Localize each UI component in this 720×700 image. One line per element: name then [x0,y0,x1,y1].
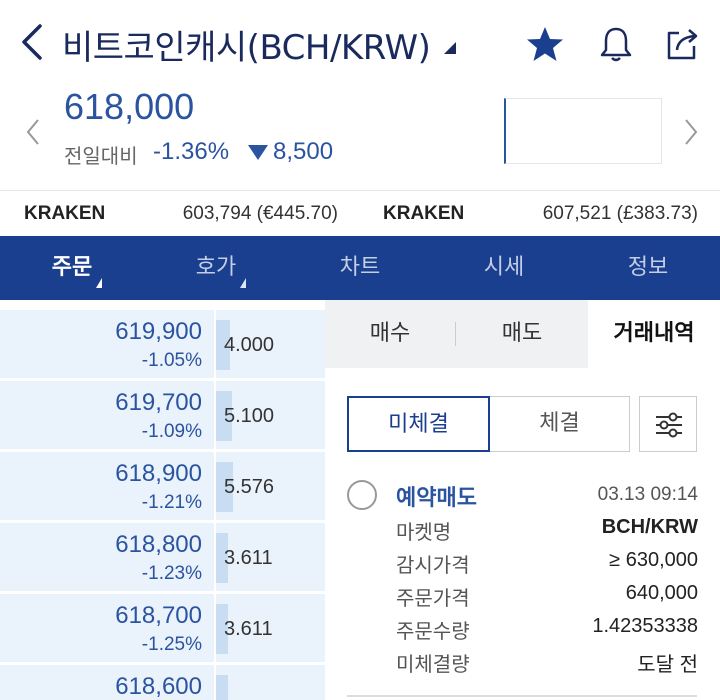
orderbook-price-cell: 618,800 -1.23% [0,523,214,593]
change-label: 전일대비 [64,144,138,168]
orderbook-row[interactable]: 619,900 -1.05% 4.000 [0,310,325,380]
orderbook-row[interactable]: 618,900 -1.21% 5.576 [0,452,325,522]
order-field-label: 미체결량 [396,652,470,676]
order-time: 03.13 09:14 [597,484,698,505]
order-field-label: 주문가격 [396,586,470,610]
orderbook-price-cell: 619,900 -1.05% [0,310,214,380]
order-subtabs: 매수 매도 거래내역 [325,300,720,368]
tab-market[interactable]: 시세 [432,236,576,300]
orderbook-qty-cell [216,665,325,700]
orderbook-qty-cell: 4.000 [216,310,325,380]
orderbook-price-cell: 619,700 -1.09% [0,381,214,451]
orderbook-percent: -1.05% [141,350,202,371]
subtab-buy[interactable]: 매수 [325,300,455,368]
unfilled-button[interactable]: 미체결 [347,396,490,452]
tab-info[interactable]: 정보 [576,236,720,300]
order-field-label: 감시가격 [396,553,470,577]
orderbook-qty: 5.576 [224,476,275,498]
bell-icon[interactable] [596,24,636,64]
page-title[interactable]: 비트코인캐시(BCH/KRW) [62,20,431,69]
orderbook-price: 618,700 [115,602,202,629]
order-panel: 매수 매도 거래내역 미체결 체결 예약매도 03.13 09:14 마켓명 B… [325,300,720,700]
tab-chart[interactable]: 차트 [288,236,432,300]
order-field-value: 도달 전 [637,654,698,676]
order-field-value: BCH/KRW [601,516,698,538]
orderbook-qty-cell: 3.611 [216,523,325,593]
orderbook-qty: 3.611 [224,618,273,640]
change-percent: -1.36% [153,138,230,165]
order-field-label: 마켓명 [396,520,452,544]
change-amount: 8,500 [273,138,334,165]
exchange-value: 603,794 (€445.70) [182,203,338,224]
tab-caret-icon [240,278,246,288]
exchange-value: 607,521 (£383.73) [542,203,698,224]
tab-caret-icon [96,278,102,288]
orderbook-percent: -1.25% [141,634,202,655]
exchange-strip: KRAKEN 603,794 (€445.70) KRAKEN 607,521 … [0,190,720,236]
back-icon[interactable] [18,22,48,62]
order-field-value: ≥ 630,000 [609,549,698,571]
orderbook-percent: -1.09% [141,421,202,442]
tab-label: 주문 [51,255,93,280]
star-icon[interactable] [525,24,565,64]
share-icon[interactable] [664,24,704,64]
orderbook-volume-bar [216,675,228,700]
orderbook-row[interactable]: 618,700 -1.25% 3.611 [0,594,325,664]
orderbook-price: 618,600 [115,673,202,700]
tab-label: 시세 [483,255,525,280]
mini-chart[interactable] [504,98,662,164]
order-field-label: 주문수량 [396,619,470,643]
exchange-name: KRAKEN [24,203,106,224]
tab-orderbook[interactable]: 호가 [144,236,288,300]
prev-arrow-icon[interactable] [24,116,42,148]
subtab-sell[interactable]: 매도 [456,300,588,368]
exchange-name: KRAKEN [383,203,465,224]
tab-order[interactable]: 주문 [0,236,144,300]
filter-sliders-icon [656,412,682,438]
orderbook-price: 618,900 [115,460,202,487]
orderbook-price: 618,800 [115,531,202,558]
orderbook-price: 619,700 [115,389,202,416]
orderbook-row[interactable]: 619,700 -1.09% 5.100 [0,381,325,451]
order-type: 예약매도 [396,486,477,511]
orderbook-qty-cell: 5.100 [216,381,325,451]
order-field-value: 640,000 [625,582,698,604]
divider [347,695,697,697]
tab-label: 호가 [195,255,237,280]
orderbook-percent: -1.23% [141,563,202,584]
tab-label: 차트 [339,255,381,280]
subtab-history[interactable]: 거래내역 [588,300,720,368]
current-price: 618,000 [64,86,195,127]
filter-button[interactable] [639,396,697,452]
filled-button[interactable]: 체결 [490,396,630,452]
next-arrow-icon[interactable] [682,116,700,148]
orderbook-qty-cell: 3.611 [216,594,325,664]
orderbook-price-cell: 618,900 -1.21% [0,452,214,522]
app-header: 비트코인캐시(BCH/KRW) [0,0,720,88]
orderbook-price-cell: 618,600 [0,665,214,700]
orderbook[interactable]: 619,900 -1.05% 4.000 619,700 -1.09% 5.10… [0,310,325,700]
main-tabs: 주문 호가 차트 시세 정보 [0,236,720,300]
orderbook-qty-cell: 5.576 [216,452,325,522]
orderbook-row[interactable]: 618,800 -1.23% 3.611 [0,523,325,593]
orderbook-row[interactable]: 618,600 [0,665,325,700]
order-select-radio[interactable] [347,480,377,510]
order-field-value: 1.42353338 [592,615,698,637]
orderbook-qty: 4.000 [224,334,275,356]
orderbook-qty: 5.100 [224,405,275,427]
tab-label: 정보 [627,255,669,280]
orderbook-percent: -1.21% [141,492,202,513]
orderbook-qty: 3.611 [224,547,273,569]
orderbook-price-cell: 618,700 -1.25% [0,594,214,664]
down-triangle-icon [248,145,268,160]
orderbook-price: 619,900 [115,318,202,345]
title-dropdown-icon[interactable] [442,40,458,56]
